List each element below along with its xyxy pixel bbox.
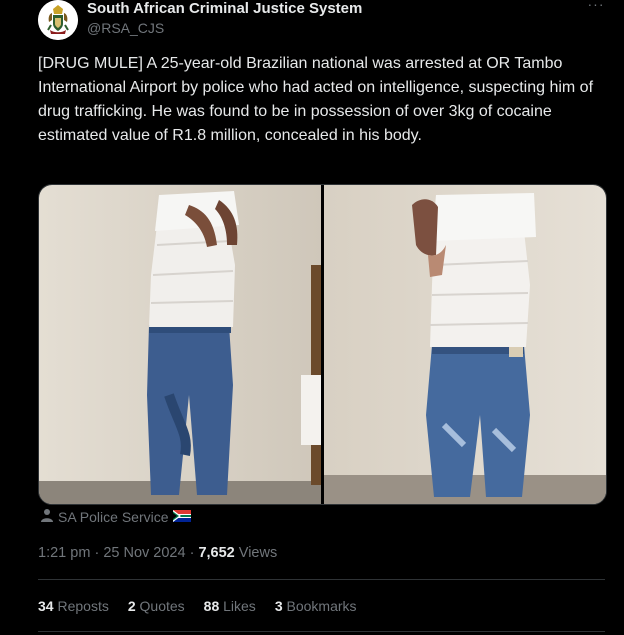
media-credit-name[interactable]: SA Police Service [58,508,169,526]
quotes-label: Quotes [139,598,185,614]
media-photo-right[interactable] [323,185,607,504]
divider [38,579,605,580]
bookmarks-count: 3 [274,598,283,614]
likes-label: Likes [223,598,256,614]
author-block: South African Criminal Justice System @R… [87,0,362,37]
likes-count: 88 [203,598,220,614]
profile-avatar[interactable] [38,0,78,40]
author-handle[interactable]: @RSA_CJS [87,19,362,37]
views-count: 7,652 [198,545,235,561]
stat-quotes[interactable]: 2 Quotes [128,597,185,615]
tweet: South African Criminal Justice System @R… [0,0,624,635]
media-credit[interactable]: SA Police Service [40,508,191,526]
engagement-stats: 34 Reposts 2 Quotes 88 Likes 3 Bookmarks [38,597,357,615]
quotes-count: 2 [127,598,136,614]
meta-separator: · [94,545,100,561]
tweet-date[interactable]: 25 Nov 2024 [103,545,185,561]
more-options-button[interactable]: ··· [586,0,606,14]
photo-man-back-view [323,185,606,504]
divider [38,631,605,632]
tweet-time[interactable]: 1:21 pm [38,545,90,561]
author-display-name[interactable]: South African Criminal Justice System [87,0,362,18]
south-africa-flag-icon [172,508,191,526]
coat-of-arms-logo [38,0,78,40]
bookmarks-label: Bookmarks [286,598,357,614]
views-label: Views [238,545,278,561]
media-photo-left[interactable] [39,185,322,504]
tweet-metadata: 1:21 pm · 25 Nov 2024 · 7,652 Views [38,544,277,562]
person-icon [40,508,54,526]
photo-man-side-view [39,185,321,504]
tweet-text: [DRUG MULE] A 25-year-old Brazilian nati… [38,55,594,144]
stat-bookmarks[interactable]: 3 Bookmarks [275,597,357,615]
tweet-media[interactable] [38,184,607,505]
meta-separator: · [189,545,195,561]
reposts-label: Reposts [57,598,109,614]
stat-reposts[interactable]: 34 Reposts [38,597,109,615]
reposts-count: 34 [38,598,54,614]
stat-likes[interactable]: 88 Likes [204,597,256,615]
